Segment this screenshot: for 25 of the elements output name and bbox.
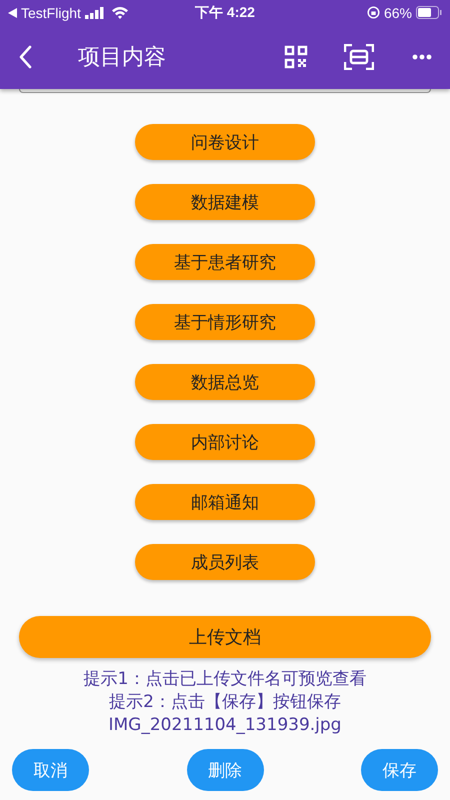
hint-text: 提示2：点击【保存】按钮保存 <box>109 691 341 714</box>
clock: 下午 4:22 <box>195 4 255 22</box>
menu-button[interactable]: 基于患者研究 <box>135 244 315 280</box>
hint-text: 提示1：点击已上传文件名可预览查看 <box>84 668 366 691</box>
file-link[interactable]: IMG_20211104_131939.jpg <box>108 714 342 737</box>
upload-button[interactable]: 上传文档 <box>19 616 431 658</box>
menu-button[interactable]: 内部讨论 <box>135 424 315 460</box>
input-field[interactable] <box>19 86 431 93</box>
wifi-icon <box>110 6 129 19</box>
menu-button[interactable]: 邮箱通知 <box>135 484 315 520</box>
battery-icon <box>416 6 442 19</box>
menu-button[interactable]: 成员列表 <box>135 544 315 580</box>
menu-button[interactable]: 问卷设计 <box>135 124 315 160</box>
rotation-lock-icon <box>366 6 380 19</box>
battery-percent: 66% <box>384 4 412 20</box>
menu-button[interactable]: 数据建模 <box>135 184 315 220</box>
menu-button[interactable]: 数据总览 <box>135 364 315 400</box>
menu-button[interactable]: 基于情形研究 <box>135 304 315 340</box>
page-title: 项目内容 <box>78 44 167 72</box>
more-icon[interactable] <box>412 54 432 60</box>
back-triangle-icon[interactable] <box>8 8 17 18</box>
qr-code-icon[interactable] <box>284 45 308 69</box>
back-app-link[interactable]: TestFlight <box>21 4 81 20</box>
back-icon[interactable] <box>18 45 32 69</box>
scan-icon[interactable] <box>344 44 374 70</box>
